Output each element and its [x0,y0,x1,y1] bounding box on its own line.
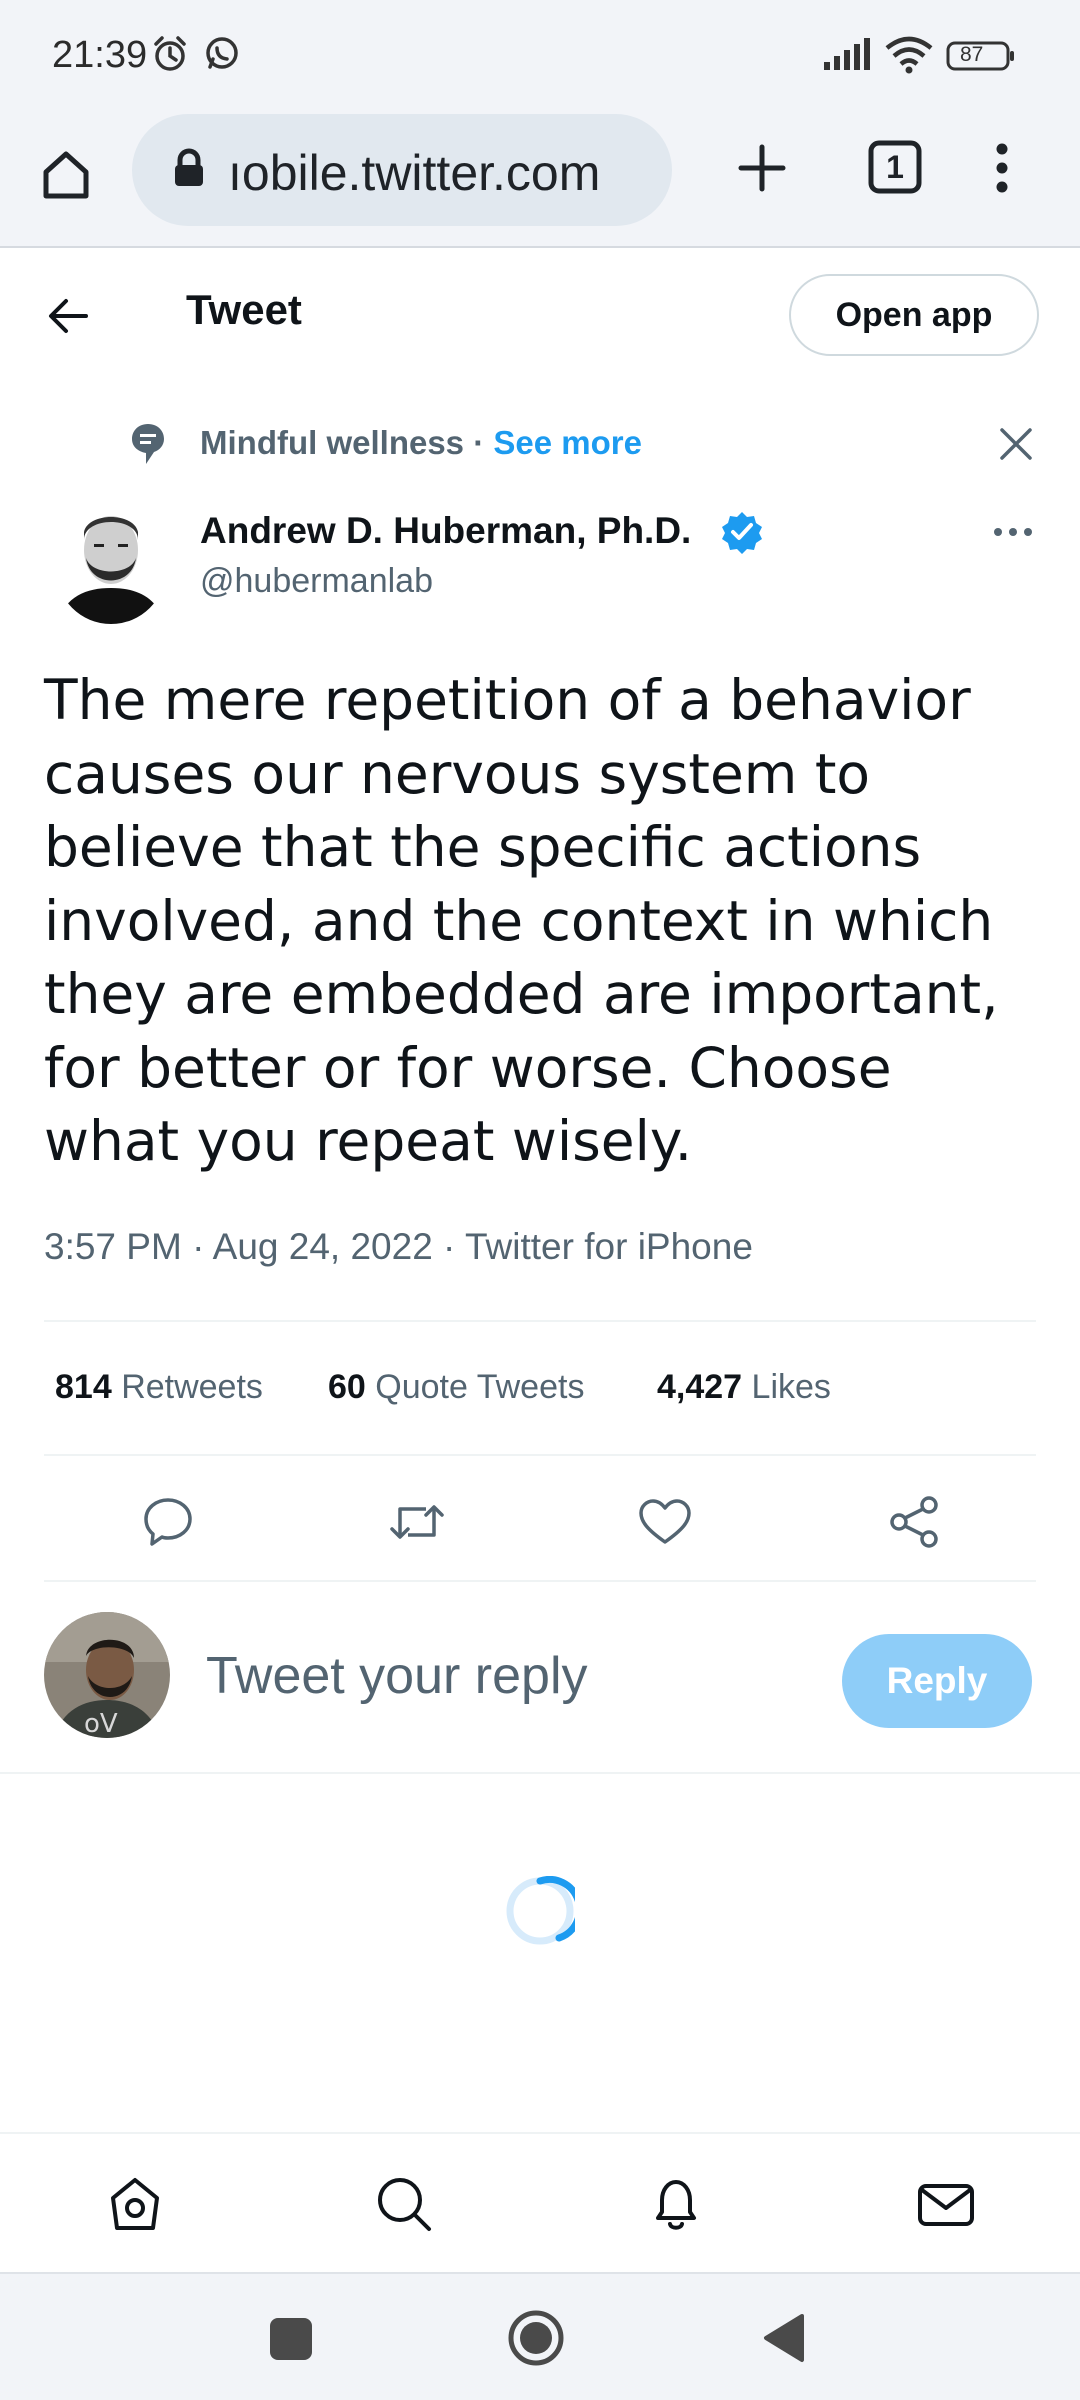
topic-label: Mindful wellness · See more [200,424,642,462]
divider [0,1772,1080,1774]
more-options-icon[interactable] [990,514,1036,550]
likes-label: Likes [751,1368,831,1406]
divider [44,1454,1036,1456]
author-avatar[interactable] [56,496,166,624]
signal-icon [822,38,876,77]
topic-icon [130,422,166,471]
likes-stat[interactable]: 4,427 Likes [657,1368,831,1407]
share-icon[interactable] [884,1492,944,1552]
quotes-count: 60 [328,1368,366,1406]
system-navigation-bar [0,2272,1080,2400]
retweets-stat[interactable]: 814 Retweets [55,1368,263,1407]
quote-tweets-stat[interactable]: 60 Quote Tweets [328,1368,584,1407]
author-handle[interactable]: @hubermanlab [200,562,433,601]
author-name[interactable]: Andrew D. Huberman, Ph.D. [200,510,691,552]
retweets-label: Retweets [121,1368,263,1406]
back-arrow-icon[interactable] [40,288,96,344]
retweets-count: 814 [55,1368,112,1406]
topic-name: Mindful wellness [200,424,465,461]
battery-level: 87 [960,43,984,66]
bottom-tab-bar [0,2132,1080,2272]
reply-icon[interactable] [138,1492,198,1552]
home-button-icon[interactable] [506,2308,566,2373]
meta-separator: · [432,1226,465,1267]
browser-toolbar: ıobile.twitter.com 1 [0,112,1080,248]
url-bar[interactable]: ıobile.twitter.com [132,114,672,226]
verified-badge-icon [720,510,764,559]
divider [44,1580,1036,1582]
tab-switcher-icon[interactable]: 1 [862,134,928,200]
topic-separator: · [464,424,494,461]
quotes-label: Quote Tweets [375,1368,585,1406]
url-text: ıobile.twitter.com [228,145,601,201]
divider [44,1320,1036,1322]
tab-count: 1 [886,148,904,185]
new-tab-icon[interactable] [728,134,796,202]
open-app-button[interactable]: Open app [789,274,1039,356]
messages-tab-icon[interactable] [914,2172,978,2236]
lock-icon [172,148,206,193]
status-bar: 21:39 87 [0,0,1080,112]
likes-count: 4,427 [657,1368,743,1406]
reply-button[interactable]: Reply [842,1634,1032,1728]
recent-apps-icon[interactable] [268,2316,314,2367]
close-icon[interactable] [992,420,1040,468]
back-button-icon[interactable] [760,2312,806,2369]
notifications-tab-icon[interactable] [644,2172,708,2236]
user-avatar[interactable]: oV [44,1612,170,1738]
reply-input[interactable]: Tweet your reply [206,1646,588,1706]
tweet-source: Twitter for iPhone [465,1226,753,1267]
shirt-print: oV [84,1709,118,1738]
search-tab-icon[interactable] [372,2172,436,2236]
wifi-icon [884,36,934,79]
home-icon[interactable] [30,138,102,210]
home-tab-icon[interactable] [103,2172,167,2236]
retweet-icon[interactable] [387,1492,447,1552]
like-icon[interactable] [635,1492,695,1552]
topic-row: Mindful wellness · See more [0,410,1080,480]
more-vert-icon[interactable] [972,134,1032,202]
see-more-link[interactable]: See more [493,424,642,461]
whatsapp-icon [202,34,242,79]
page-header: Tweet Open app [0,250,1080,380]
alarm-icon [150,34,190,79]
tweet-actions [0,1480,1080,1560]
tweet-time[interactable]: 3:57 PM [44,1226,182,1267]
battery-icon: 87 [946,40,1016,77]
meta-separator: · [181,1226,213,1267]
status-time: 21:39 [52,34,148,76]
loading-spinner-icon [505,1875,583,1946]
tweet-text: The mere repetition of a behavior causes… [44,668,999,1173]
tweet-date[interactable]: Aug 24, 2022 [213,1226,433,1267]
page-title: Tweet [186,286,302,333]
tweet-meta: 3:57 PM · Aug 24, 2022 · Twitter for iPh… [44,1226,753,1268]
